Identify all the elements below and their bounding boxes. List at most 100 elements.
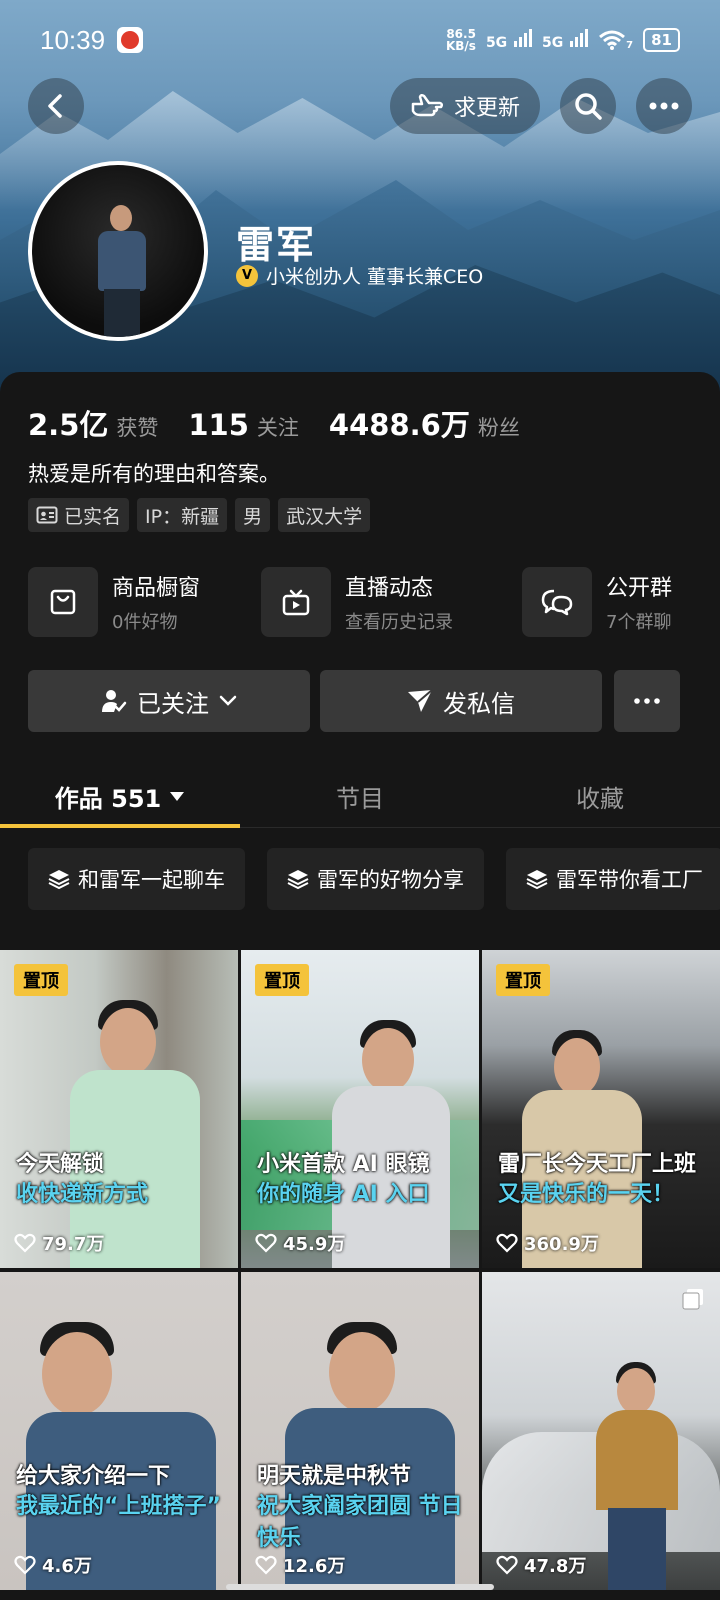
layers-icon: [287, 870, 309, 890]
tag-school[interactable]: 武汉大学: [278, 498, 371, 532]
profile-stats: 2.5亿 获赞 115 关注 4488.6万 粉丝: [28, 402, 550, 444]
service-row: 商品橱窗 0件好物 直播动态 查看历史记录 公开群 7个群聊: [28, 566, 720, 638]
id-card-icon: [36, 506, 58, 524]
heart-icon: [255, 1233, 277, 1253]
status-bar: 10:39 86.5 KB/s 5G 5G 7 81: [40, 20, 680, 60]
status-right: 86.5 KB/s 5G 5G 7 81: [446, 28, 680, 52]
action-row: 已关注 发私信: [28, 670, 692, 732]
multi-image-icon: [682, 1289, 703, 1310]
following-button[interactable]: 已关注: [28, 670, 310, 732]
action-more-button[interactable]: [614, 670, 680, 732]
heart-icon: [496, 1233, 518, 1253]
content-tabs: 作品 551 节目 收藏: [0, 764, 720, 828]
tag-real-name: 已实名: [28, 498, 130, 532]
video-thumbnail[interactable]: 置顶 小米首款 AI 眼镜 你的随身 AI 入口 45.9万: [241, 950, 479, 1268]
video-likes: 79.7万: [14, 1230, 104, 1256]
stat-followers[interactable]: 4488.6万 粉丝: [329, 402, 520, 444]
tv-icon: [282, 589, 310, 616]
video-likes: 12.6万: [255, 1552, 345, 1578]
person-figure: [592, 1362, 682, 1590]
tab-programs[interactable]: 节目: [240, 764, 480, 828]
paper-plane-icon: [408, 689, 433, 712]
network-speed: 86.5 KB/s: [445, 27, 476, 53]
request-update-button[interactable]: 求更新: [390, 78, 540, 134]
verified-badge-icon: V: [236, 264, 258, 287]
signal-bars-icon: [514, 29, 533, 47]
video-likes: 47.8万: [496, 1552, 586, 1578]
signal-5g-1: 5G: [486, 29, 533, 51]
status-time: 10:39: [40, 24, 106, 55]
avatar[interactable]: [28, 161, 208, 341]
battery-indicator: 81: [643, 28, 680, 52]
person-figure: [326, 1020, 456, 1268]
tag-ip: IP：新疆: [137, 498, 228, 532]
stat-likes[interactable]: 2.5亿 获赞: [28, 402, 158, 444]
heart-icon: [14, 1555, 36, 1575]
person-figure: [70, 1000, 200, 1268]
signal-5g-2: 5G: [542, 29, 589, 51]
video-likes: 360.9万: [496, 1230, 599, 1256]
video-caption-line2: 又是快乐的一天！: [498, 1182, 675, 1207]
home-indicator[interactable]: [226, 1584, 494, 1590]
tab-works[interactable]: 作品 551: [0, 764, 240, 828]
video-thumbnail[interactable]: 置顶 雷厂长今天工厂上班 又是快乐的一天！ 360.9万: [482, 950, 720, 1268]
profile-name: 雷军: [236, 223, 317, 267]
video-likes: 45.9万: [255, 1230, 345, 1256]
app-notification-icon: [117, 27, 144, 53]
profile-bio: 热爱是所有的理由和答案。: [28, 462, 280, 486]
video-caption-line2: 我最近的“上班搭子”: [16, 1494, 221, 1519]
heart-icon: [14, 1233, 36, 1253]
more-options-button[interactable]: [636, 78, 692, 134]
video-caption-line1: 小米首款 AI 眼镜: [257, 1152, 430, 1177]
video-caption-line2: 祝大家阖家团圆 节日快乐: [257, 1494, 463, 1551]
more-dots-icon: [634, 698, 660, 704]
tag-gender: 男: [235, 498, 271, 532]
more-dots-icon: [649, 102, 679, 110]
heart-icon: [496, 1555, 518, 1575]
collection-chip[interactable]: 雷军的好物分享: [267, 848, 484, 910]
service-public-group[interactable]: 公开群 7个群聊: [522, 566, 672, 638]
user-check-icon: [102, 690, 127, 712]
collection-row: 和雷军一起聊车 雷军的好物分享 雷军带你看工厂: [28, 848, 720, 910]
top-bar: 求更新: [28, 78, 692, 134]
chat-bubbles-icon: [541, 589, 573, 616]
video-caption-line2: 收快递新方式: [16, 1182, 149, 1207]
video-thumbnail[interactable]: 置顶 今天解锁 收快递新方式 79.7万: [0, 950, 238, 1268]
video-caption-line1: 雷厂长今天工厂上班: [498, 1152, 697, 1177]
back-button[interactable]: [28, 78, 84, 134]
chevron-down-icon: [219, 695, 237, 706]
hand-point-icon: [411, 93, 444, 117]
heart-icon: [255, 1555, 277, 1575]
search-button[interactable]: [560, 78, 616, 134]
search-icon: [575, 93, 602, 120]
video-caption-line1: 给大家介绍一下: [16, 1464, 171, 1489]
stat-following[interactable]: 115 关注: [188, 408, 299, 442]
video-likes: 4.6万: [14, 1552, 92, 1578]
tab-favorites[interactable]: 收藏: [480, 764, 720, 828]
layers-icon: [48, 870, 70, 890]
video-thumbnail[interactable]: 给大家介绍一下 我最近的“上班搭子” 4.6万: [0, 1272, 238, 1590]
verified-title: V 小米创办人 董事长兼CEO: [236, 262, 483, 289]
service-live[interactable]: 直播动态 查看历史记录: [261, 566, 453, 638]
wifi-icon: 7: [598, 29, 633, 51]
service-shop-window[interactable]: 商品橱窗 0件好物: [28, 566, 200, 638]
collection-chip[interactable]: 雷军带你看工厂: [506, 848, 720, 910]
video-caption-line1: 今天解锁: [16, 1152, 105, 1177]
video-thumbnail[interactable]: 47.8万: [482, 1272, 720, 1590]
video-caption-line2: 你的随身 AI 入口: [257, 1182, 430, 1207]
profile-tags: 已实名 IP：新疆 男 武汉大学: [28, 498, 371, 532]
pinned-badge: 置顶: [496, 964, 550, 996]
collection-chip[interactable]: 和雷军一起聊车: [28, 848, 245, 910]
chevron-left-icon: [48, 94, 62, 118]
video-caption-line1: 明天就是中秋节: [257, 1464, 412, 1489]
shopping-bag-icon: [50, 589, 76, 615]
pinned-badge: 置顶: [14, 964, 68, 996]
caret-down-icon: [170, 792, 185, 801]
layers-icon: [526, 870, 548, 890]
send-message-button[interactable]: 发私信: [320, 670, 602, 732]
person-figure: [26, 1322, 216, 1590]
signal-bars-icon: [570, 29, 589, 47]
pinned-badge: 置顶: [255, 964, 309, 996]
video-thumbnail[interactable]: 明天就是中秋节 祝大家阖家团圆 节日快乐 12.6万: [241, 1272, 479, 1590]
active-tab-indicator: [0, 824, 240, 828]
